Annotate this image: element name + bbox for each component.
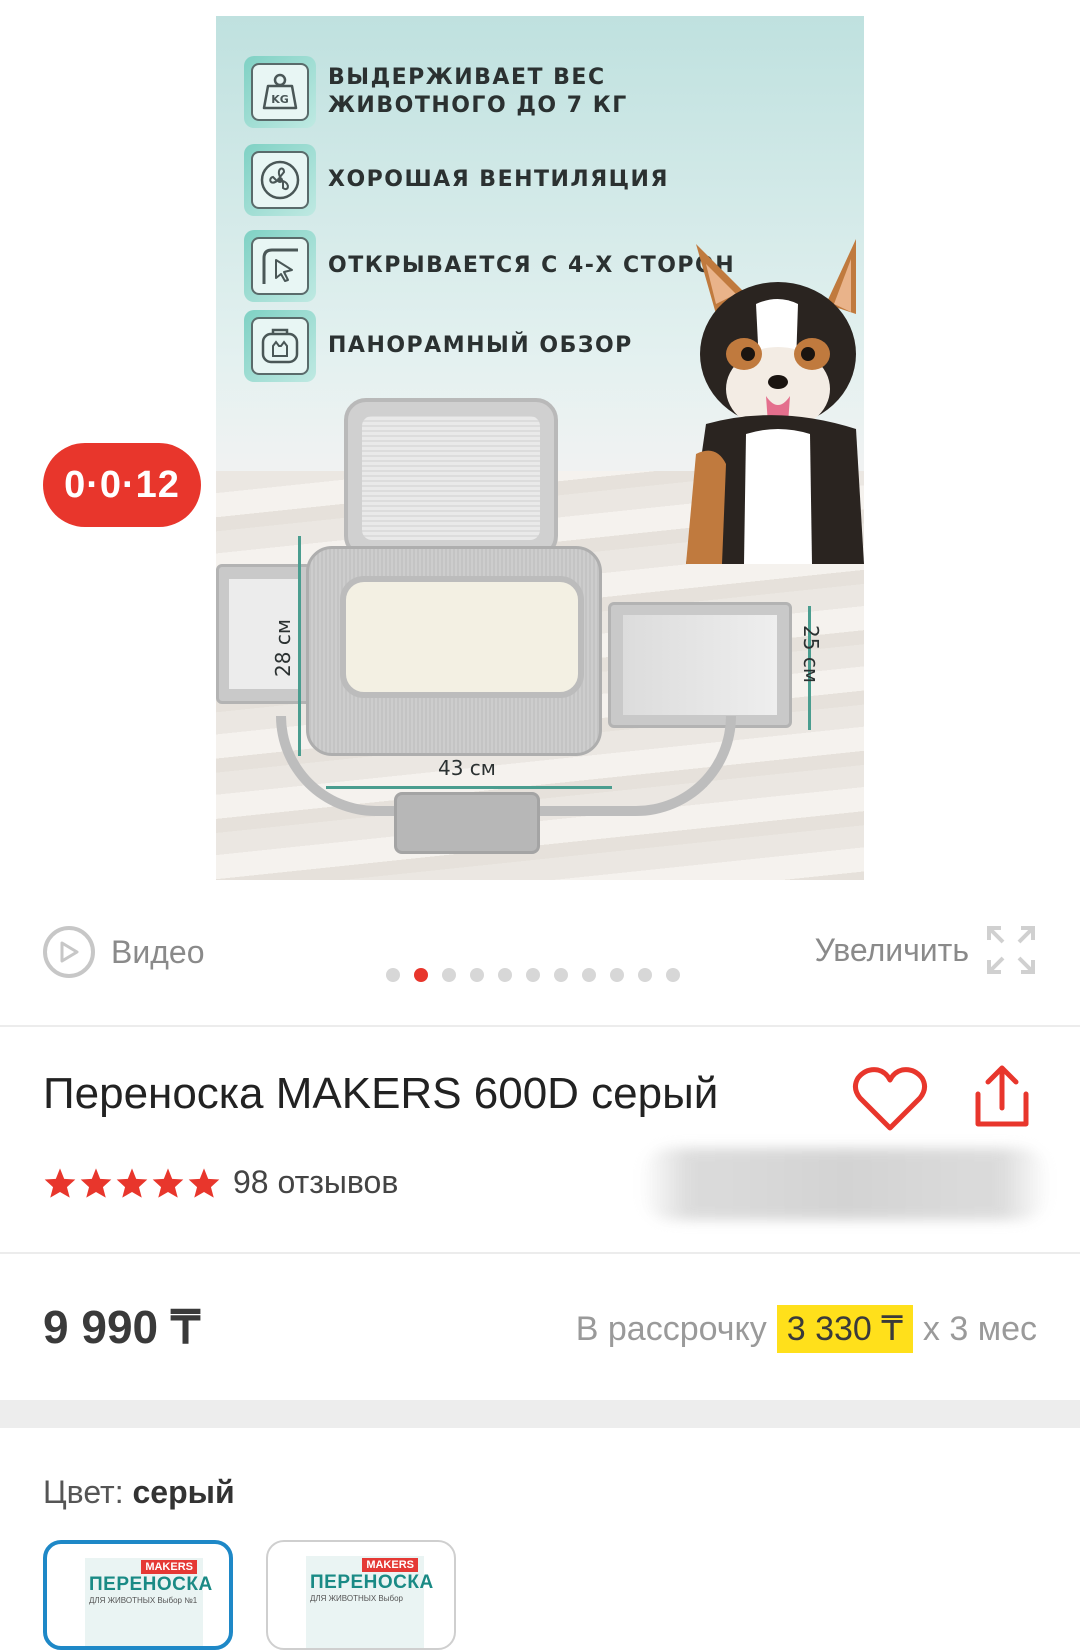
heart-icon <box>852 1067 928 1131</box>
bag-fleece <box>340 576 584 698</box>
swatch-brand: MAKERS <box>141 1560 197 1574</box>
swatch-subtitle: ДЛЯ ЖИВОТНЫХ Выбор <box>310 1594 403 1603</box>
carousel-dot[interactable] <box>526 968 540 982</box>
carousel-dot[interactable] <box>582 968 596 982</box>
bag-lid <box>344 398 558 558</box>
cat-carrier-icon <box>244 310 316 382</box>
expand-icon <box>987 926 1035 974</box>
feature-weight: KG ВЫДЕРЖИВАЕТ ВЕС ЖИВОТНОГО ДО 7 КГ <box>244 56 804 128</box>
carousel-dot[interactable] <box>666 968 680 982</box>
zoom-label: Увеличить <box>814 931 969 968</box>
color-swatch-selected[interactable]: MAKERS ПЕРЕНОСКА ДЛЯ ЖИВОТНЫХ Выбор №1 <box>43 1540 233 1650</box>
feature-text: ЖИВОТНОГО ДО 7 КГ <box>328 93 628 118</box>
carousel-dot[interactable] <box>610 968 624 982</box>
carousel-dot[interactable] <box>414 968 428 982</box>
price: 9 990 ₸ <box>43 1301 201 1353</box>
carousel-dot[interactable] <box>470 968 484 982</box>
carousel-dot[interactable] <box>442 968 456 982</box>
swatch-title: ПЕРЕНОСКА <box>89 1574 213 1595</box>
color-value: серый <box>132 1474 235 1510</box>
feature-text: ВЫДЕРЖИВАЕТ ВЕС <box>328 65 606 90</box>
star-icon <box>80 1167 112 1198</box>
divider <box>0 1252 1080 1254</box>
swatch-brand: MAKERS <box>362 1558 418 1572</box>
strap-pad <box>394 792 540 854</box>
divider <box>0 1025 1080 1027</box>
reviews-link[interactable]: 98 отзывов <box>233 1164 398 1201</box>
zoom-button[interactable]: Увеличить <box>815 922 1037 978</box>
swatch-thumbnail: MAKERS ПЕРЕНОСКА ДЛЯ ЖИВОТНЫХ Выбор <box>306 1556 433 1648</box>
installment-prefix: В рассрочку <box>575 1309 767 1348</box>
color-label: Цвет: <box>43 1474 124 1510</box>
rating[interactable]: 98 отзывов <box>43 1164 398 1201</box>
carousel-dots[interactable] <box>386 968 680 982</box>
swatch-title: ПЕРЕНОСКА <box>310 1572 434 1593</box>
fan-icon <box>244 144 316 216</box>
product-image[interactable]: KG ВЫДЕРЖИВАЕТ ВЕС ЖИВОТНОГО ДО 7 КГ ХОР… <box>216 16 864 880</box>
product-title: Переноска MAKERS 600D серый <box>43 1069 719 1118</box>
installment-info[interactable]: В рассрочку 3 330 ₸ х 3 мес <box>576 1305 1037 1353</box>
feature-text: ХОРОШАЯ ВЕНТИЛЯЦИЯ <box>328 167 669 192</box>
share-button[interactable] <box>970 1064 1034 1132</box>
bag-right-flap <box>608 602 792 728</box>
video-label: Видео <box>111 933 205 970</box>
installment-amount: 3 330 ₸ <box>776 1305 913 1353</box>
favorite-button[interactable] <box>852 1066 928 1134</box>
installment-suffix: х 3 мес <box>922 1309 1037 1348</box>
carousel-dot[interactable] <box>554 968 568 982</box>
cursor-corner-icon <box>244 230 316 302</box>
width-dimension: 43 см <box>438 756 496 780</box>
star-icon <box>116 1167 148 1198</box>
timer-badge: 0·0·12 <box>43 443 201 527</box>
video-button[interactable]: Видео <box>43 924 204 980</box>
star-icon <box>44 1167 76 1198</box>
color-swatch[interactable]: MAKERS ПЕРЕНОСКА ДЛЯ ЖИВОТНЫХ Выбор <box>266 1540 456 1650</box>
carousel-dot[interactable] <box>386 968 400 982</box>
play-icon <box>43 926 95 978</box>
kg-label: KG <box>271 93 289 106</box>
height-dimension: 28 см <box>270 619 295 677</box>
weight-kg-icon: KG <box>244 56 316 128</box>
blurred-region <box>640 1148 1050 1220</box>
feature-ventilation: ХОРОШАЯ ВЕНТИЛЯЦИЯ <box>244 144 804 216</box>
swatch-subtitle: ДЛЯ ЖИВОТНЫХ Выбор №1 <box>89 1596 198 1605</box>
side-dimension: 25 см <box>798 625 823 683</box>
carousel-dot[interactable] <box>638 968 652 982</box>
carousel-dot[interactable] <box>498 968 512 982</box>
rating-stars <box>43 1167 221 1199</box>
color-selector-label: Цвет: серый <box>43 1474 235 1511</box>
dog-illustration <box>686 239 864 564</box>
section-separator <box>0 1400 1080 1428</box>
share-icon <box>975 1065 1029 1127</box>
height-dimension-line <box>298 536 301 756</box>
width-dimension-line <box>326 786 612 789</box>
star-icon <box>152 1167 184 1198</box>
star-icon <box>188 1167 220 1198</box>
swatch-thumbnail: MAKERS ПЕРЕНОСКА ДЛЯ ЖИВОТНЫХ Выбор №1 <box>85 1558 212 1646</box>
